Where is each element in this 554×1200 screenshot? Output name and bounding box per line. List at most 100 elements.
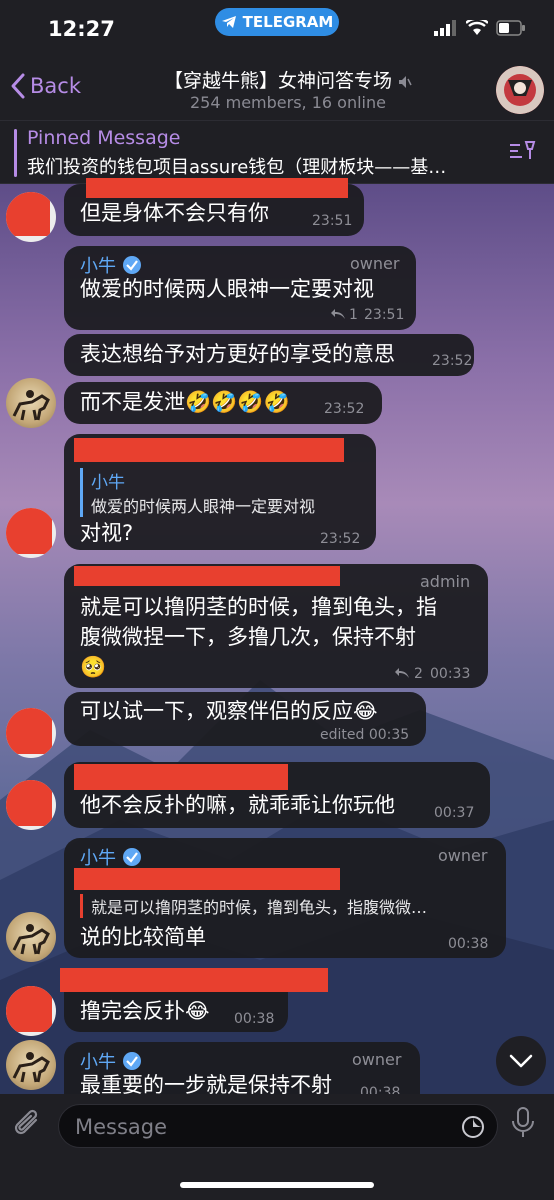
message-text: 他不会反扑的嘛，就乖乖让你玩他 [80, 793, 395, 817]
message-text: 可以试一下，观察伴侣的反应😂 [80, 699, 378, 723]
reply-count[interactable]: 1 [349, 307, 358, 323]
redaction [6, 780, 52, 826]
reply-text: 就是可以撸阴茎的时候，撸到龟头，指腹微微… [91, 898, 428, 917]
chat-title-text: 【穿越牛熊】女神问答专场 [163, 70, 392, 92]
message-text-line: 腹微微捏一下，多撸几次，保持不射 [80, 625, 416, 649]
message-text: 做爱的时候两人眼神一定要对视 [80, 277, 374, 301]
pin-list-icon[interactable] [508, 139, 536, 163]
message-bubble[interactable]: 小牛 owner 做爱的时候两人眼神一定要对视 1 23:51 [64, 246, 416, 330]
reply-count[interactable]: 2 [414, 666, 423, 682]
redaction [6, 708, 52, 754]
verified-icon [123, 256, 141, 274]
message-text-line: 🥺 [80, 655, 107, 679]
message-bubble[interactable]: 他不会反扑的嘛，就乖乖让你玩他 00:37 [64, 762, 490, 828]
pinned-message[interactable]: Pinned Message 我们投资的钱包项目assure钱包（理财板块——基… [0, 120, 554, 184]
message-input[interactable]: Message [58, 1104, 498, 1148]
signal-icon [434, 20, 456, 36]
pinned-title: Pinned Message [27, 127, 181, 149]
message-bubble[interactable]: admin 就是可以撸阴茎的时候，撸到龟头，指 腹微微捏一下，多撸几次，保持不射… [64, 564, 488, 688]
pinned-text: 我们投资的钱包项目assure钱包（理财板块——基… [27, 157, 447, 178]
battery-icon [496, 20, 525, 36]
redaction [74, 566, 340, 586]
redaction [74, 764, 288, 790]
avatar[interactable] [6, 508, 56, 558]
redaction [6, 192, 50, 236]
avatar[interactable] [6, 986, 56, 1036]
chevron-left-icon [11, 73, 25, 99]
message-time: 23:52 [324, 401, 365, 417]
group-avatar-illustration [496, 66, 544, 114]
member-count: 254 members, 16 online [190, 93, 386, 112]
pinned-bar [14, 129, 17, 177]
message-time: 00:38 [234, 1011, 275, 1027]
message-time: 23:51 [312, 213, 353, 229]
message-time: 00:37 [434, 805, 475, 821]
microphone-icon[interactable] [510, 1106, 536, 1140]
redaction [74, 868, 340, 890]
avatar[interactable] [6, 780, 56, 830]
home-indicator [180, 1182, 374, 1188]
reply-arrow-icon [331, 309, 345, 319]
message-time: 23:52 [320, 531, 361, 547]
attach-icon[interactable] [12, 1108, 44, 1142]
message-bubble[interactable]: 小牛 做爱的时候两人眼神一定要对视 对视? 23:52 [64, 434, 376, 550]
message-text-line: 就是可以撸阴茎的时候，撸到龟头，指 [80, 595, 437, 619]
avatar[interactable] [6, 708, 56, 758]
message-bubble[interactable]: 而不是发泄🤣🤣🤣🤣 23:52 [64, 382, 382, 424]
message-text: 但是身体不会只有你 [80, 201, 269, 225]
verified-icon [123, 848, 141, 866]
reply-quote[interactable]: 就是可以撸阴茎的时候，撸到龟头，指腹微微… [80, 894, 427, 918]
clock: 12:27 [48, 17, 115, 41]
sender-label: 小牛 [80, 848, 116, 869]
message-time: 00:38 [448, 936, 489, 952]
redaction [86, 178, 348, 198]
horse-rider-illustration [12, 924, 50, 955]
horse-rider-illustration [12, 390, 50, 421]
message-text: 对视? [80, 521, 134, 545]
message-time: edited 00:35 [320, 727, 410, 743]
message-text: 说的比较简单 [80, 925, 206, 949]
role-badge: admin [420, 572, 471, 591]
horse-rider-illustration [12, 1052, 50, 1083]
avatar[interactable] [6, 912, 56, 962]
message-bubble[interactable]: 小牛 owner 就是可以撸阴茎的时候，撸到龟头，指腹微微… 说的比较简单 00… [64, 838, 506, 958]
message-placeholder: Message [75, 1115, 168, 1139]
message-bubble[interactable]: 但是身体不会只有你 23:51 [64, 178, 364, 236]
back-button[interactable]: Back [10, 72, 81, 100]
status-bar: 12:27 TELEGRAM [0, 0, 554, 60]
message-text: 表达想给予对方更好的享受的意思 [80, 342, 395, 366]
redaction [74, 438, 344, 462]
message-bubble[interactable]: 可以试一下，观察伴侣的反应😂 edited 00:35 [64, 692, 426, 746]
message-text: 而不是发泄🤣🤣🤣🤣 [80, 390, 290, 414]
role-badge: owner [352, 1050, 402, 1069]
reply-sender: 小牛 [91, 473, 125, 493]
reply-arrow-icon [395, 668, 409, 678]
message-time: 00:33 [430, 666, 471, 682]
message-time: 23:52 [432, 353, 473, 369]
chat-title[interactable]: 【穿越牛熊】女神问答专场 [130, 66, 446, 93]
telegram-icon [221, 16, 236, 28]
reply-text: 做爱的时候两人眼神一定要对视 [91, 497, 316, 516]
message-bubble[interactable]: 撸完会反扑😂 00:38 [60, 968, 328, 1032]
sticker-icon[interactable] [461, 1115, 485, 1139]
muted-icon [399, 75, 412, 88]
wifi-icon [466, 20, 488, 35]
avatar[interactable] [6, 192, 56, 242]
message-bubble[interactable]: 表达想给予对方更好的享受的意思 23:52 [64, 334, 474, 376]
avatar[interactable] [6, 378, 56, 428]
redaction [6, 508, 52, 554]
telegram-pill[interactable]: TELEGRAM [215, 8, 339, 36]
reply-quote[interactable]: 小牛 做爱的时候两人眼神一定要对视 [80, 468, 315, 517]
scroll-down-button[interactable] [496, 1036, 546, 1086]
sender-name[interactable]: 小牛 [80, 844, 142, 870]
role-badge: owner [438, 846, 488, 865]
message-time: 23:51 [364, 307, 405, 323]
avatar[interactable] [6, 1040, 56, 1090]
chat-header: Back 【穿越牛熊】女神问答专场 254 members, 16 online [0, 60, 554, 120]
role-badge: owner [350, 254, 400, 273]
chevron-down-icon [509, 1054, 533, 1068]
group-avatar[interactable] [496, 66, 544, 114]
message-text: 撸完会反扑😂 [80, 999, 210, 1023]
redaction [6, 986, 52, 1032]
redaction [60, 968, 328, 992]
